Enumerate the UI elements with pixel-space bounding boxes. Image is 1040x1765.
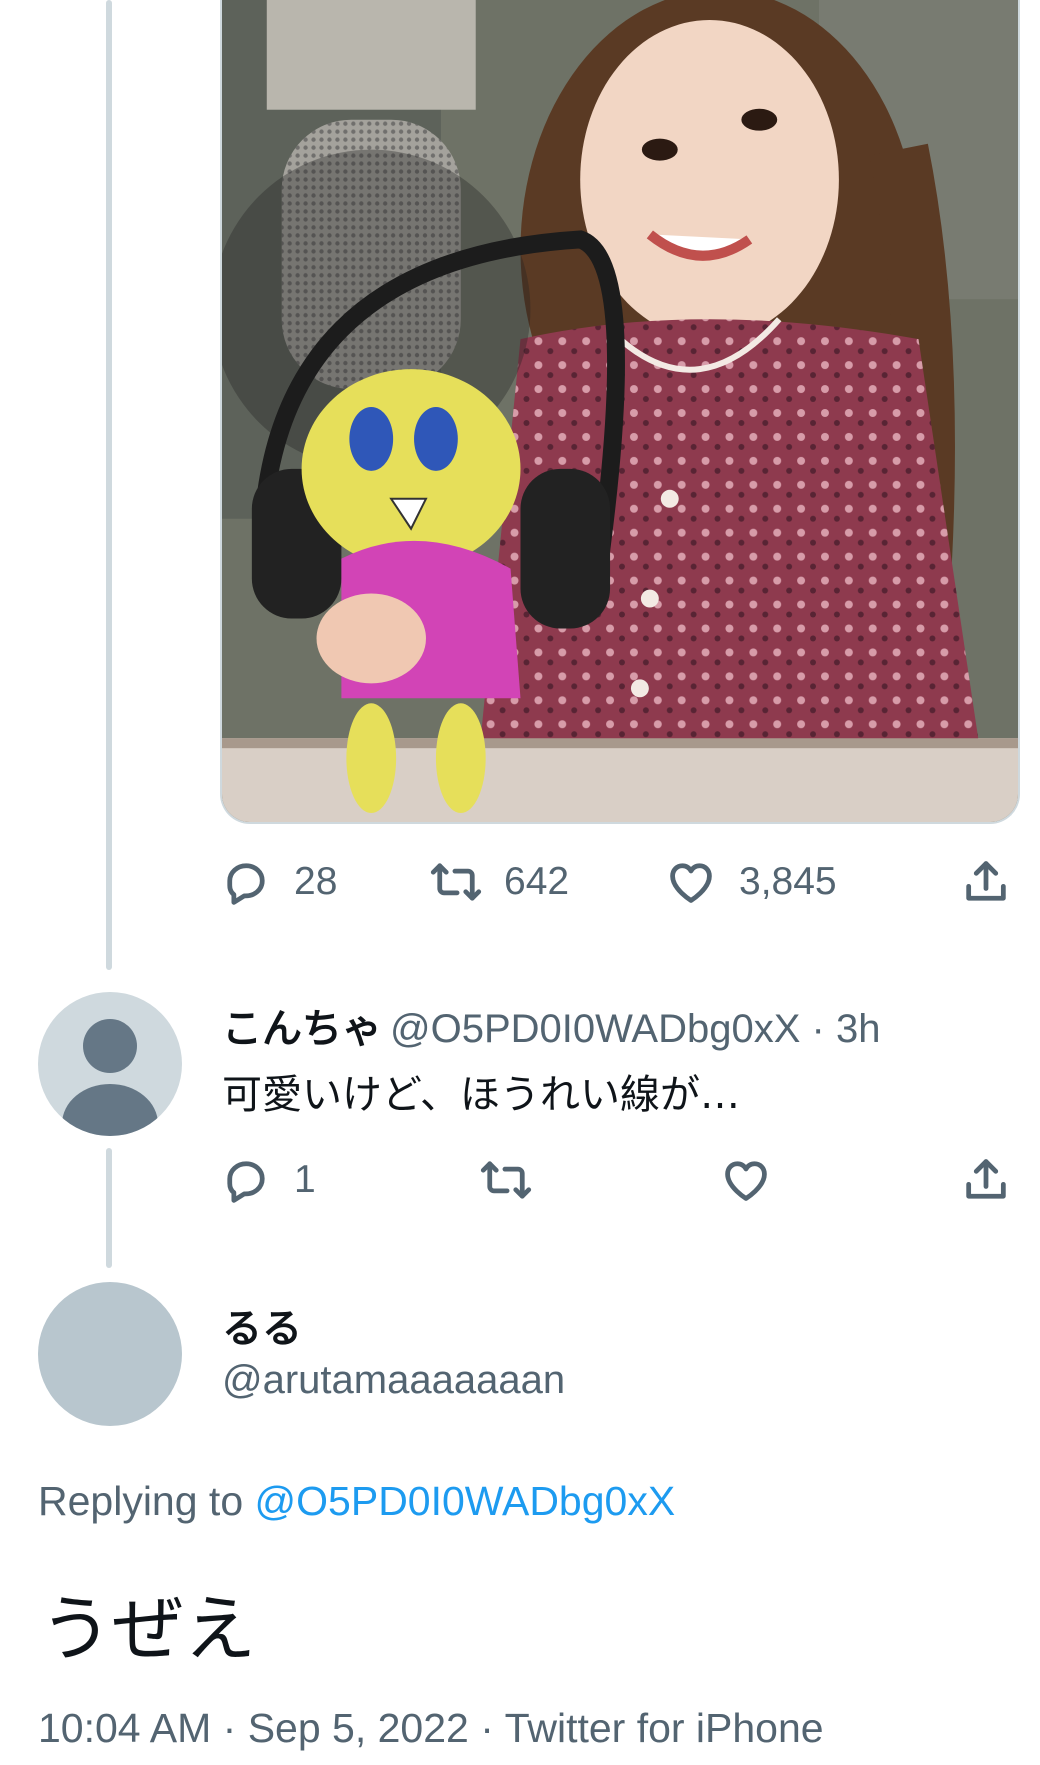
reply-handle[interactable]: @O5PD0I0WADbg0xX bbox=[390, 1007, 800, 1051]
retweet-button[interactable]: 642 bbox=[430, 852, 569, 912]
tweet-timestamp: 10:04 AM · Sep 5, 2022 · Twitter for iPh… bbox=[38, 1705, 824, 1752]
replying-prefix: Replying to bbox=[38, 1478, 244, 1524]
tweet-time[interactable]: 10:04 AM bbox=[38, 1705, 211, 1751]
reply-icon bbox=[227, 1161, 265, 1203]
like-icon bbox=[725, 1161, 767, 1201]
share-icon bbox=[966, 861, 1006, 901]
retweet-icon bbox=[480, 1161, 532, 1199]
like-button[interactable] bbox=[720, 1150, 772, 1210]
share-icon bbox=[966, 1159, 1006, 1199]
photo-illustration bbox=[222, 0, 1018, 822]
author-display-name[interactable]: るる bbox=[222, 1296, 302, 1354]
reply-count: 28 bbox=[294, 860, 338, 903]
retweet-button[interactable] bbox=[480, 1150, 532, 1210]
meta-separator: · bbox=[811, 1007, 825, 1051]
tweet-photo[interactable] bbox=[220, 0, 1020, 824]
tweet-date[interactable]: Sep 5, 2022 bbox=[248, 1705, 469, 1751]
reply-avatar[interactable] bbox=[38, 992, 182, 1136]
timestamp-separator: · bbox=[480, 1705, 494, 1751]
share-button[interactable] bbox=[960, 1150, 1012, 1210]
retweet-icon bbox=[430, 863, 482, 901]
author-avatar[interactable] bbox=[38, 1282, 182, 1426]
reply-action-bar: 1 bbox=[220, 1150, 1020, 1210]
replying-to: Replying to @O5PD0I0WADbg0xX bbox=[38, 1478, 675, 1525]
tweet-source[interactable]: Twitter for iPhone bbox=[505, 1705, 824, 1751]
reply-display-name[interactable]: こんちゃ bbox=[222, 1006, 382, 1052]
reply-header: こんちゃ @O5PD0I0WADbg0xX · 3h bbox=[222, 996, 880, 1054]
like-count: 3,845 bbox=[739, 860, 837, 903]
reply-button[interactable]: 1 bbox=[220, 1150, 316, 1210]
reply-button[interactable]: 28 bbox=[220, 852, 337, 912]
timestamp-separator: · bbox=[222, 1705, 237, 1751]
reply-icon bbox=[227, 863, 265, 905]
author-handle[interactable]: @arutamaaaaaaan bbox=[222, 1358, 565, 1403]
reply-count: 1 bbox=[294, 1158, 316, 1201]
thread-line bbox=[106, 0, 112, 970]
tweet-text: うぜえ bbox=[40, 1587, 257, 1671]
reply-text: 可愛いけど、ほうれい線が… bbox=[222, 1072, 740, 1118]
retweet-count: 642 bbox=[504, 860, 570, 903]
tweet-action-bar: 28 642 3,845 bbox=[220, 852, 1020, 912]
like-button[interactable]: 3,845 bbox=[665, 852, 837, 912]
default-avatar-icon bbox=[62, 1019, 158, 1136]
reply-time[interactable]: 3h bbox=[836, 1007, 881, 1051]
thread-line bbox=[106, 1148, 112, 1268]
replying-mention-link[interactable]: @O5PD0I0WADbg0xX bbox=[255, 1478, 676, 1524]
like-icon bbox=[670, 863, 712, 903]
share-button[interactable] bbox=[960, 852, 1012, 912]
